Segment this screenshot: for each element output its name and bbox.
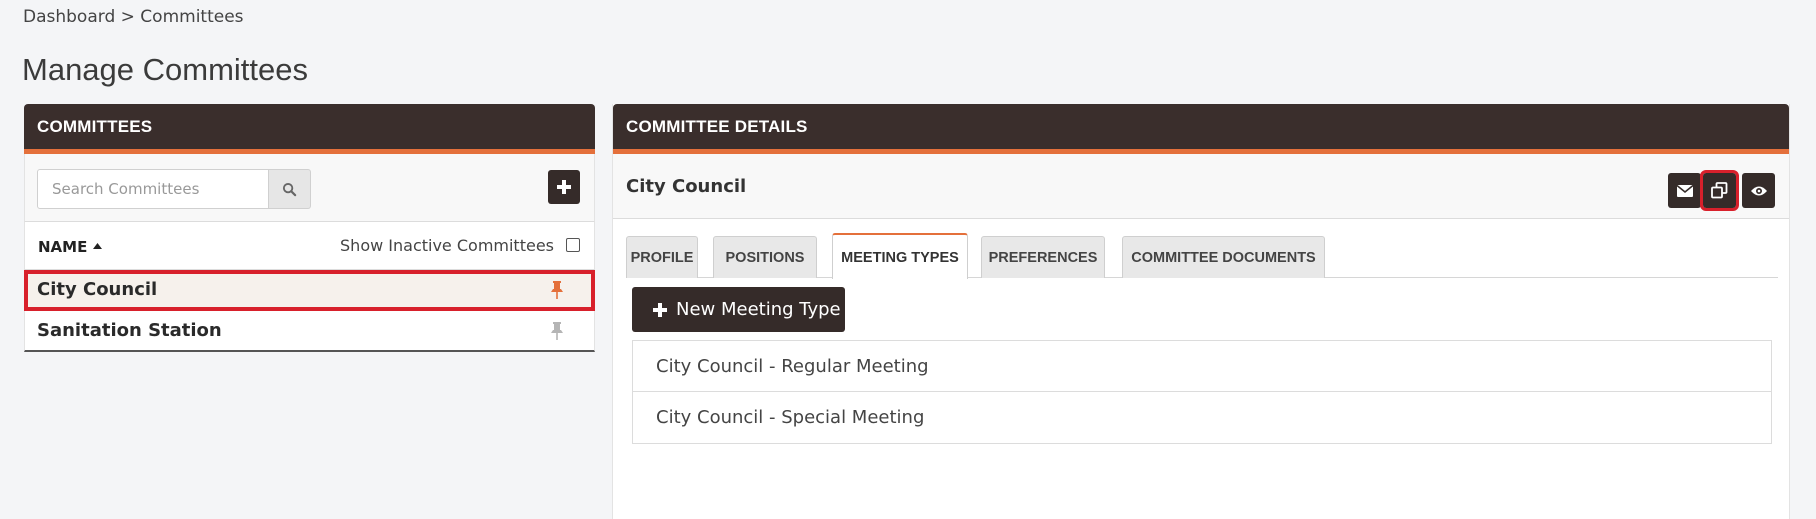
view-button[interactable] xyxy=(1742,173,1775,208)
committee-tabs: PROFILE POSITIONS MEETING TYPES PREFEREN… xyxy=(626,233,1778,279)
tab-preferences[interactable]: PREFERENCES xyxy=(981,236,1105,278)
name-column-label: NAME xyxy=(38,238,88,256)
tab-profile[interactable]: PROFILE xyxy=(626,236,698,278)
pin-icon[interactable] xyxy=(550,322,564,340)
breadcrumb-current: Committees xyxy=(140,7,244,27)
committee-row-city-council[interactable]: City Council xyxy=(24,270,595,311)
search-field-wrapper xyxy=(37,169,269,209)
search-icon xyxy=(282,182,297,196)
plus-icon xyxy=(653,302,667,317)
committee-details-toolbar: City Council xyxy=(613,154,1789,219)
new-meeting-type-label: New Meeting Type xyxy=(676,299,841,320)
committee-details-panel: COMMITTEE DETAILS City Council PROFILE P… xyxy=(612,104,1790,519)
committee-list-header: NAME Show Inactive Committees xyxy=(24,222,595,270)
search-button[interactable] xyxy=(269,169,311,209)
committee-row-label: City Council xyxy=(37,279,158,300)
show-inactive-checkbox[interactable] xyxy=(566,238,580,252)
breadcrumb-dashboard-link[interactable]: Dashboard xyxy=(23,7,115,27)
tab-meeting-types[interactable]: MEETING TYPES xyxy=(832,233,968,279)
meeting-types-list: City Council - Regular Meeting City Coun… xyxy=(632,340,1772,444)
breadcrumb-separator: > xyxy=(120,7,135,27)
committee-row-sanitation-station[interactable]: Sanitation Station xyxy=(24,311,595,352)
list-item[interactable]: City Council - Regular Meeting xyxy=(632,340,1772,392)
email-button[interactable] xyxy=(1668,173,1701,208)
caret-up-icon xyxy=(92,243,102,249)
copy-icon xyxy=(1711,182,1728,199)
pin-icon[interactable] xyxy=(550,281,564,299)
eye-icon xyxy=(1750,186,1767,195)
new-meeting-type-button[interactable]: New Meeting Type xyxy=(632,287,845,332)
envelope-icon xyxy=(1676,184,1693,197)
tab-positions[interactable]: POSITIONS xyxy=(713,236,817,278)
list-item[interactable]: City Council - Special Meeting xyxy=(632,392,1772,444)
breadcrumb: Dashboard > Committees xyxy=(23,7,244,27)
show-inactive-label: Show Inactive Committees xyxy=(340,236,554,255)
copy-committee-button[interactable] xyxy=(1700,170,1739,211)
committees-panel-header: COMMITTEES xyxy=(24,104,595,154)
tab-committee-documents[interactable]: COMMITTEE DOCUMENTS xyxy=(1122,236,1325,278)
committee-name: City Council xyxy=(626,176,747,197)
committees-panel: COMMITTEES NAME Show Inactive Committees… xyxy=(24,104,595,352)
add-committee-button[interactable] xyxy=(548,170,580,204)
search-input[interactable] xyxy=(38,170,268,208)
name-column-header[interactable]: NAME xyxy=(38,238,102,256)
page-title: Manage Committees xyxy=(22,52,309,87)
plus-icon xyxy=(557,180,571,194)
committee-row-label: Sanitation Station xyxy=(37,320,222,341)
committee-details-header: COMMITTEE DETAILS xyxy=(613,104,1789,154)
